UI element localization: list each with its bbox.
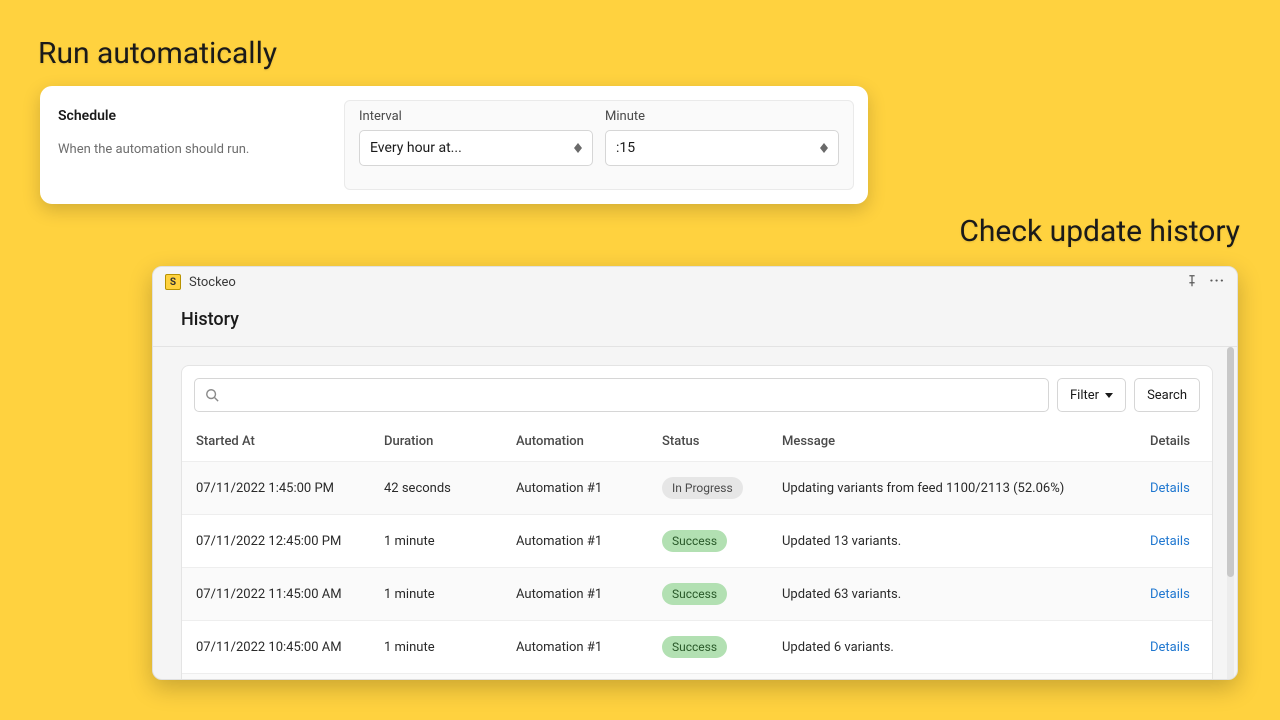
history-window: S Stockeo ··· History Filter Search [152,266,1238,680]
app-logo-icon: S [165,274,181,290]
minute-select[interactable]: :15 [605,130,839,166]
schedule-title: Schedule [58,108,304,124]
table-row: 07/11/2022 1:45:00 PM42 secondsAutomatio… [182,462,1212,515]
interval-label: Interval [359,109,593,124]
col-automation: Automation [502,424,648,462]
schedule-form: Interval Every hour at... Minute :15 [344,100,854,190]
table-row: 07/11/2022 12:45:00 PM1 minuteAutomation… [182,515,1212,568]
cell-status: Success [648,515,768,568]
cell-status: Success [648,621,768,674]
cell-started: 07/11/2022 10:45:00 AM [182,621,370,674]
search-button[interactable]: Search [1134,378,1200,412]
cell-automation: Automation #1 [502,621,648,674]
col-status: Status [648,424,768,462]
schedule-subtitle: When the automation should run. [58,142,304,157]
status-badge: Success [662,583,727,605]
table-row: 07/11/2022 10:45:00 AM1 minuteAutomation… [182,621,1212,674]
minute-value: :15 [616,140,635,156]
col-duration: Duration [370,424,502,462]
more-icon[interactable]: ··· [1209,273,1225,292]
cell-started: 07/11/2022 9:45:00 AM [182,674,370,681]
search-icon [205,388,219,402]
schedule-card: Schedule When the automation should run.… [40,86,868,204]
cell-duration: 1 minute [370,621,502,674]
status-badge: Success [662,636,727,658]
col-started: Started At [182,424,370,462]
cell-automation: Automation #1 [502,568,648,621]
details-link[interactable]: Details [1150,534,1190,549]
cell-message: Updated 6 variants. [768,621,1136,674]
cell-duration: 1 minute [370,674,502,681]
cell-started: 07/11/2022 11:45:00 AM [182,568,370,621]
pin-icon[interactable] [1185,273,1199,292]
col-details: Details [1136,424,1212,462]
window-titlebar: S Stockeo ··· [153,267,1237,297]
select-chevrons-icon [574,143,582,153]
table-row: 07/11/2022 11:45:00 AM1 minuteAutomation… [182,568,1212,621]
caret-down-icon [1105,393,1113,398]
app-name: Stockeo [189,275,236,290]
details-link[interactable]: Details [1150,587,1190,602]
minute-label: Minute [605,109,839,124]
cell-message: Updated 13 variants. [768,515,1136,568]
heading-check-history: Check update history [959,214,1240,249]
cell-message: Updated 22 variants. [768,674,1136,681]
cell-status: Success [648,674,768,681]
history-table-card: Filter Search Started At Duration Automa… [181,365,1213,680]
interval-select[interactable]: Every hour at... [359,130,593,166]
cell-started: 07/11/2022 1:45:00 PM [182,462,370,515]
scrollbar[interactable] [1227,347,1234,680]
cell-duration: 42 seconds [370,462,502,515]
details-link[interactable]: Details [1150,481,1190,496]
cell-status: In Progress [648,462,768,515]
filter-button[interactable]: Filter [1057,378,1126,412]
status-badge: Success [662,530,727,552]
status-badge: In Progress [662,477,743,499]
cell-message: Updating variants from feed 1100/2113 (5… [768,462,1136,515]
search-input[interactable] [194,378,1049,412]
interval-value: Every hour at... [370,140,462,156]
col-message: Message [768,424,1136,462]
cell-started: 07/11/2022 12:45:00 PM [182,515,370,568]
cell-duration: 1 minute [370,515,502,568]
details-link[interactable]: Details [1150,640,1190,655]
select-chevrons-icon [820,143,828,153]
table-row: 07/11/2022 9:45:00 AM1 minuteAutomation … [182,674,1212,681]
history-table: Started At Duration Automation Status Me… [182,424,1212,680]
search-button-label: Search [1147,388,1187,403]
cell-duration: 1 minute [370,568,502,621]
filter-label: Filter [1070,388,1099,403]
cell-automation: Automation #1 [502,515,648,568]
cell-status: Success [648,568,768,621]
page-title: History [153,297,1237,346]
cell-automation: Automation #1 [502,674,648,681]
heading-run-automatically: Run automatically [38,36,277,71]
cell-automation: Automation #1 [502,462,648,515]
cell-message: Updated 63 variants. [768,568,1136,621]
